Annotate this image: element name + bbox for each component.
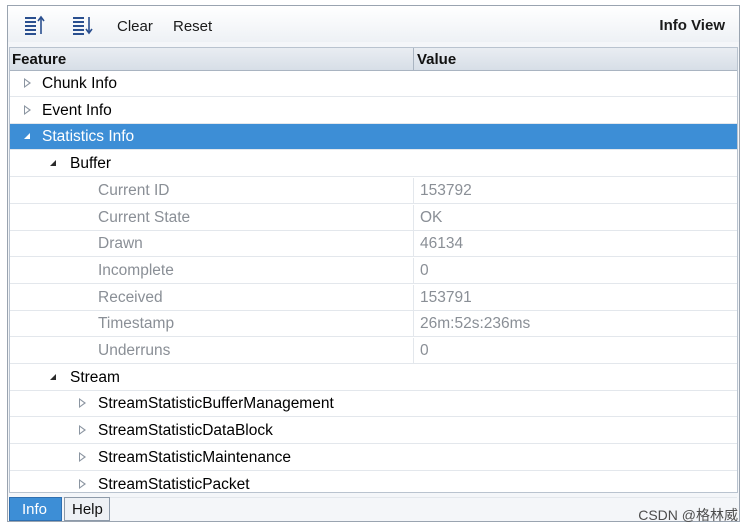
panel-title: Info View — [659, 17, 725, 34]
tab-info[interactable]: Info — [9, 497, 62, 521]
tree-row[interactable]: StreamStatisticMaintenance — [10, 445, 737, 471]
watermark: CSDN @格林威 — [638, 507, 738, 523]
tree-row[interactable]: Underruns 0 — [10, 338, 737, 364]
column-header-feature[interactable]: Feature — [12, 51, 66, 68]
tab-help[interactable]: Help — [64, 497, 110, 521]
tree-row[interactable]: Current ID 153792 — [10, 177, 737, 204]
tree-row[interactable]: StreamStatisticPacket — [10, 472, 737, 498]
feature-label: StreamStatisticDataBlock — [98, 422, 273, 440]
expand-arrow-icon[interactable] — [79, 478, 86, 489]
feature-tree-table: Feature Value Chunk Info Event Info Statis… — [9, 47, 738, 498]
feature-value: 153792 — [420, 181, 472, 199]
sort-descending-icon[interactable] — [72, 14, 94, 36]
table-header: Feature Value — [10, 48, 737, 71]
tree-row[interactable]: Statistics Info — [10, 124, 737, 151]
reset-button[interactable]: Reset — [173, 18, 212, 35]
feature-label: Drawn — [98, 235, 143, 253]
feature-label: Statistics Info — [42, 128, 135, 146]
expand-arrow-icon[interactable] — [24, 104, 31, 115]
value-divider — [413, 338, 414, 363]
feature-label: Underruns — [98, 342, 171, 359]
feature-label: Chunk Info — [42, 75, 117, 92]
feature-label: Current ID — [98, 181, 170, 199]
value-divider — [413, 204, 414, 230]
value-divider — [413, 284, 414, 310]
value-divider — [413, 257, 414, 283]
feature-value: 153791 — [420, 288, 472, 306]
feature-label: Timestamp — [98, 315, 175, 333]
column-divider[interactable] — [413, 48, 414, 70]
tree-row[interactable]: Incomplete 0 — [10, 257, 737, 284]
tree-row[interactable]: Buffer — [10, 151, 737, 178]
feature-label: Event Info — [42, 101, 112, 119]
tab-info-label: Info — [22, 501, 48, 518]
tree-row[interactable]: Timestamp 26m:52s:236ms — [10, 311, 737, 338]
value-divider — [413, 177, 414, 203]
tree-row[interactable]: Drawn 46134 — [10, 231, 737, 258]
feature-label: Incomplete — [98, 261, 174, 279]
tree-row[interactable]: Current State OK — [10, 204, 737, 231]
feature-label: StreamStatisticPacket — [98, 475, 250, 493]
tab-help-label: Help — [72, 501, 103, 518]
collapse-arrow-icon[interactable] — [50, 373, 56, 380]
feature-label: StreamStatisticMaintenance — [98, 448, 291, 466]
feature-label: Current State — [98, 208, 191, 226]
feature-value: 0 — [420, 261, 429, 279]
toolbar: Clear Reset Info View — [8, 6, 739, 42]
expand-arrow-icon[interactable] — [24, 78, 31, 88]
sort-ascending-icon[interactable] — [24, 14, 46, 36]
expand-arrow-icon[interactable] — [79, 398, 86, 409]
feature-value: 26m:52s:236ms — [420, 315, 531, 333]
feature-value: 46134 — [420, 235, 464, 253]
clear-button[interactable]: Clear — [117, 18, 153, 35]
feature-label: Buffer — [70, 155, 112, 173]
column-header-value[interactable]: Value — [417, 51, 456, 68]
collapse-arrow-icon[interactable] — [24, 133, 30, 140]
feature-label: StreamStatisticBufferManagement — [98, 395, 334, 413]
expand-arrow-icon[interactable] — [79, 425, 86, 436]
feature-label: Stream — [70, 368, 120, 386]
tree-row[interactable]: Received 153791 — [10, 284, 737, 311]
feature-value: OK — [420, 208, 443, 226]
tree-row[interactable]: Stream — [10, 365, 737, 391]
value-divider — [413, 311, 414, 337]
value-divider — [413, 231, 414, 257]
tree-row[interactable]: StreamStatisticDataBlock — [10, 418, 737, 445]
tree-row[interactable]: Event Info — [10, 98, 737, 124]
feature-value: 0 — [420, 342, 429, 359]
tree-row[interactable]: Chunk Info — [10, 71, 737, 97]
expand-arrow-icon[interactable] — [79, 451, 86, 462]
feature-label: Received — [98, 288, 163, 306]
tree-row[interactable]: StreamStatisticBufferManagement — [10, 391, 737, 418]
collapse-arrow-icon[interactable] — [50, 160, 56, 167]
